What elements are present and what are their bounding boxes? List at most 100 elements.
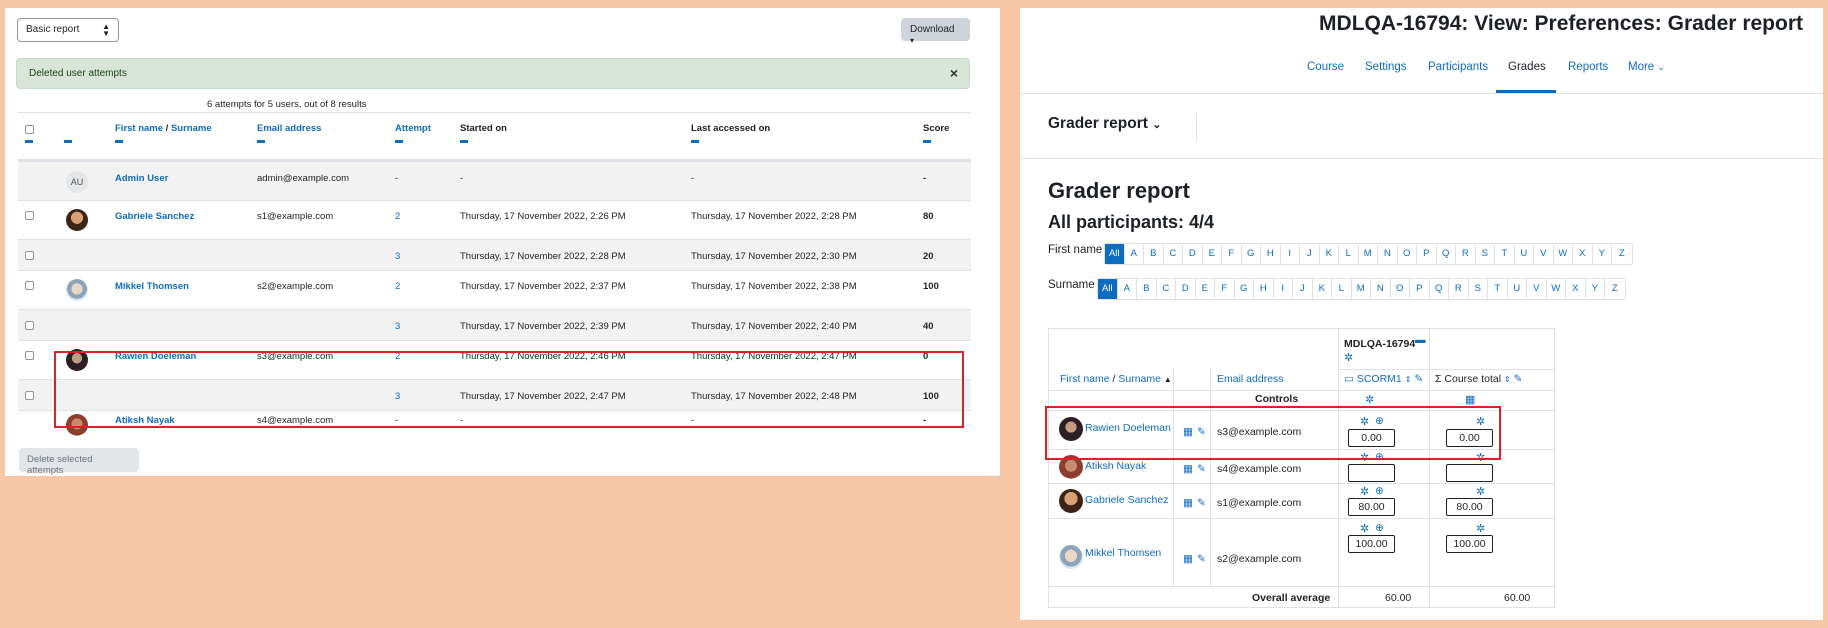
sort-first-name[interactable]: First name	[115, 123, 163, 134]
calculator-icon[interactable]: ▦	[1465, 393, 1475, 406]
initial-filter-j[interactable]: J	[1293, 279, 1313, 299]
collapse-icon[interactable]	[395, 140, 403, 143]
nav-participants[interactable]: Participants	[1428, 61, 1488, 73]
initial-filter-g[interactable]: G	[1242, 244, 1261, 264]
initial-filter-t[interactable]: T	[1488, 279, 1508, 299]
initial-filter-l[interactable]: L	[1332, 279, 1352, 299]
initial-filter-u[interactable]: U	[1515, 244, 1534, 264]
initial-filter-d[interactable]: D	[1176, 279, 1196, 299]
sort-attempt[interactable]: Attempt	[395, 123, 431, 134]
initial-filter-l[interactable]: L	[1339, 244, 1359, 264]
initial-filter-o[interactable]: O	[1391, 279, 1410, 299]
grade-analysis-icon[interactable]: ▦	[1183, 497, 1193, 509]
nav-reports[interactable]: Reports	[1568, 61, 1608, 73]
initial-filter-y[interactable]: Y	[1593, 244, 1612, 264]
initial-filter-h[interactable]: H	[1261, 244, 1281, 264]
nav-more[interactable]: More ⌄	[1628, 61, 1665, 73]
sort-icon[interactable]: ⇕	[1504, 375, 1511, 384]
initial-filter-x[interactable]: X	[1573, 244, 1593, 264]
initial-filter-x[interactable]: X	[1566, 279, 1586, 299]
initial-filter-j[interactable]: J	[1300, 244, 1320, 264]
total-grade-input[interactable]: 80.00	[1446, 498, 1493, 516]
collapse-icon[interactable]: ▬	[1415, 334, 1426, 346]
gear-icon[interactable]: ✲	[1476, 522, 1485, 535]
initial-filter-r[interactable]: R	[1456, 244, 1476, 264]
initial-filter-n[interactable]: N	[1378, 244, 1398, 264]
student-name-link[interactable]: Gabriele Sanchez	[1085, 494, 1168, 506]
gear-icon[interactable]: ✲	[1360, 485, 1369, 498]
initial-filter-o[interactable]: O	[1398, 244, 1417, 264]
initial-filter-i[interactable]: I	[1274, 279, 1293, 299]
grade-input[interactable]	[1348, 464, 1395, 482]
report-selector[interactable]: Grader report ⌄	[1048, 115, 1161, 133]
edit-icon[interactable]: ✎	[1514, 373, 1523, 385]
initial-filter-e[interactable]: E	[1196, 279, 1215, 299]
initial-filter-p[interactable]: P	[1410, 279, 1430, 299]
initial-filter-r[interactable]: R	[1449, 279, 1469, 299]
initial-filter-n[interactable]: N	[1371, 279, 1391, 299]
grade-input[interactable]: 100.00	[1348, 535, 1395, 553]
edit-icon[interactable]: ✎	[1197, 497, 1206, 509]
gear-icon[interactable]: ✲	[1476, 485, 1485, 498]
sort-first-name[interactable]: First name	[1060, 373, 1110, 385]
gear-icon[interactable]: ✲	[1360, 522, 1369, 535]
collapse-icon[interactable]	[25, 140, 33, 143]
attempt-link[interactable]: 2	[395, 211, 400, 222]
gear-icon[interactable]: ✲	[1344, 351, 1353, 364]
initial-filter-m[interactable]: M	[1352, 279, 1371, 299]
initial-filter-e[interactable]: E	[1203, 244, 1222, 264]
initial-filter-s[interactable]: S	[1476, 244, 1495, 264]
collapse-icon[interactable]	[923, 140, 931, 143]
collapse-icon[interactable]	[257, 140, 265, 143]
zoom-icon[interactable]: ⊕	[1375, 522, 1384, 534]
row-checkbox[interactable]	[25, 351, 34, 360]
nav-settings[interactable]: Settings	[1365, 61, 1407, 73]
grade-input[interactable]: 80.00	[1348, 498, 1395, 516]
row-checkbox[interactable]	[25, 391, 34, 400]
initial-filter-y[interactable]: Y	[1586, 279, 1605, 299]
initial-filter-a[interactable]: A	[1125, 244, 1144, 264]
initial-filter-v[interactable]: V	[1534, 244, 1554, 264]
collapse-icon[interactable]	[460, 140, 468, 143]
sort-email[interactable]: Email address	[1217, 373, 1284, 385]
initial-filter-b[interactable]: B	[1144, 244, 1164, 264]
download-button[interactable]: Download ▾	[901, 18, 970, 45]
attempt-link[interactable]: 3	[395, 251, 400, 262]
initial-filter-f[interactable]: F	[1215, 279, 1235, 299]
initial-filter-p[interactable]: P	[1417, 244, 1437, 264]
initial-filter-c[interactable]: C	[1164, 244, 1183, 264]
edit-icon[interactable]: ✎	[1197, 553, 1206, 565]
close-icon[interactable]: ×	[950, 65, 958, 81]
initial-filter-all[interactable]: All	[1105, 244, 1125, 264]
row-checkbox[interactable]	[25, 281, 34, 290]
initial-filter-z[interactable]: Z	[1612, 244, 1632, 264]
sort-surname[interactable]: Surname	[1118, 373, 1161, 385]
initial-filter-m[interactable]: M	[1359, 244, 1378, 264]
initial-filter-i[interactable]: I	[1281, 244, 1300, 264]
initial-filter-all[interactable]: All	[1098, 279, 1118, 299]
zoom-icon[interactable]: ⊕	[1375, 485, 1384, 497]
user-name-link[interactable]: Mikkel Thomsen	[115, 281, 189, 292]
attempt-link[interactable]: 2	[395, 281, 400, 292]
collapse-icon[interactable]	[64, 140, 72, 143]
select-all-checkbox[interactable]	[25, 125, 34, 134]
student-name-link[interactable]: Mikkel Thomsen	[1085, 547, 1161, 559]
initial-filter-d[interactable]: D	[1183, 244, 1203, 264]
row-checkbox[interactable]	[25, 321, 34, 330]
initial-filter-w[interactable]: W	[1554, 244, 1573, 264]
student-name-link[interactable]: Atiksh Nayak	[1085, 460, 1146, 472]
initial-filter-c[interactable]: C	[1157, 279, 1176, 299]
initial-filter-q[interactable]: Q	[1430, 279, 1449, 299]
grade-analysis-icon[interactable]: ▦	[1183, 553, 1193, 565]
user-name-link[interactable]: Gabriele Sanchez	[115, 211, 194, 222]
delete-selected-attempts-button[interactable]: Delete selected attempts	[19, 448, 139, 476]
initial-filter-v[interactable]: V	[1527, 279, 1547, 299]
initial-filter-s[interactable]: S	[1469, 279, 1488, 299]
initial-filter-k[interactable]: K	[1313, 279, 1332, 299]
sort-email[interactable]: Email address	[257, 123, 321, 134]
initial-filter-k[interactable]: K	[1320, 244, 1339, 264]
initial-filter-h[interactable]: H	[1254, 279, 1274, 299]
sort-surname[interactable]: Surname	[171, 123, 212, 134]
row-checkbox[interactable]	[25, 211, 34, 220]
initial-filter-b[interactable]: B	[1137, 279, 1157, 299]
